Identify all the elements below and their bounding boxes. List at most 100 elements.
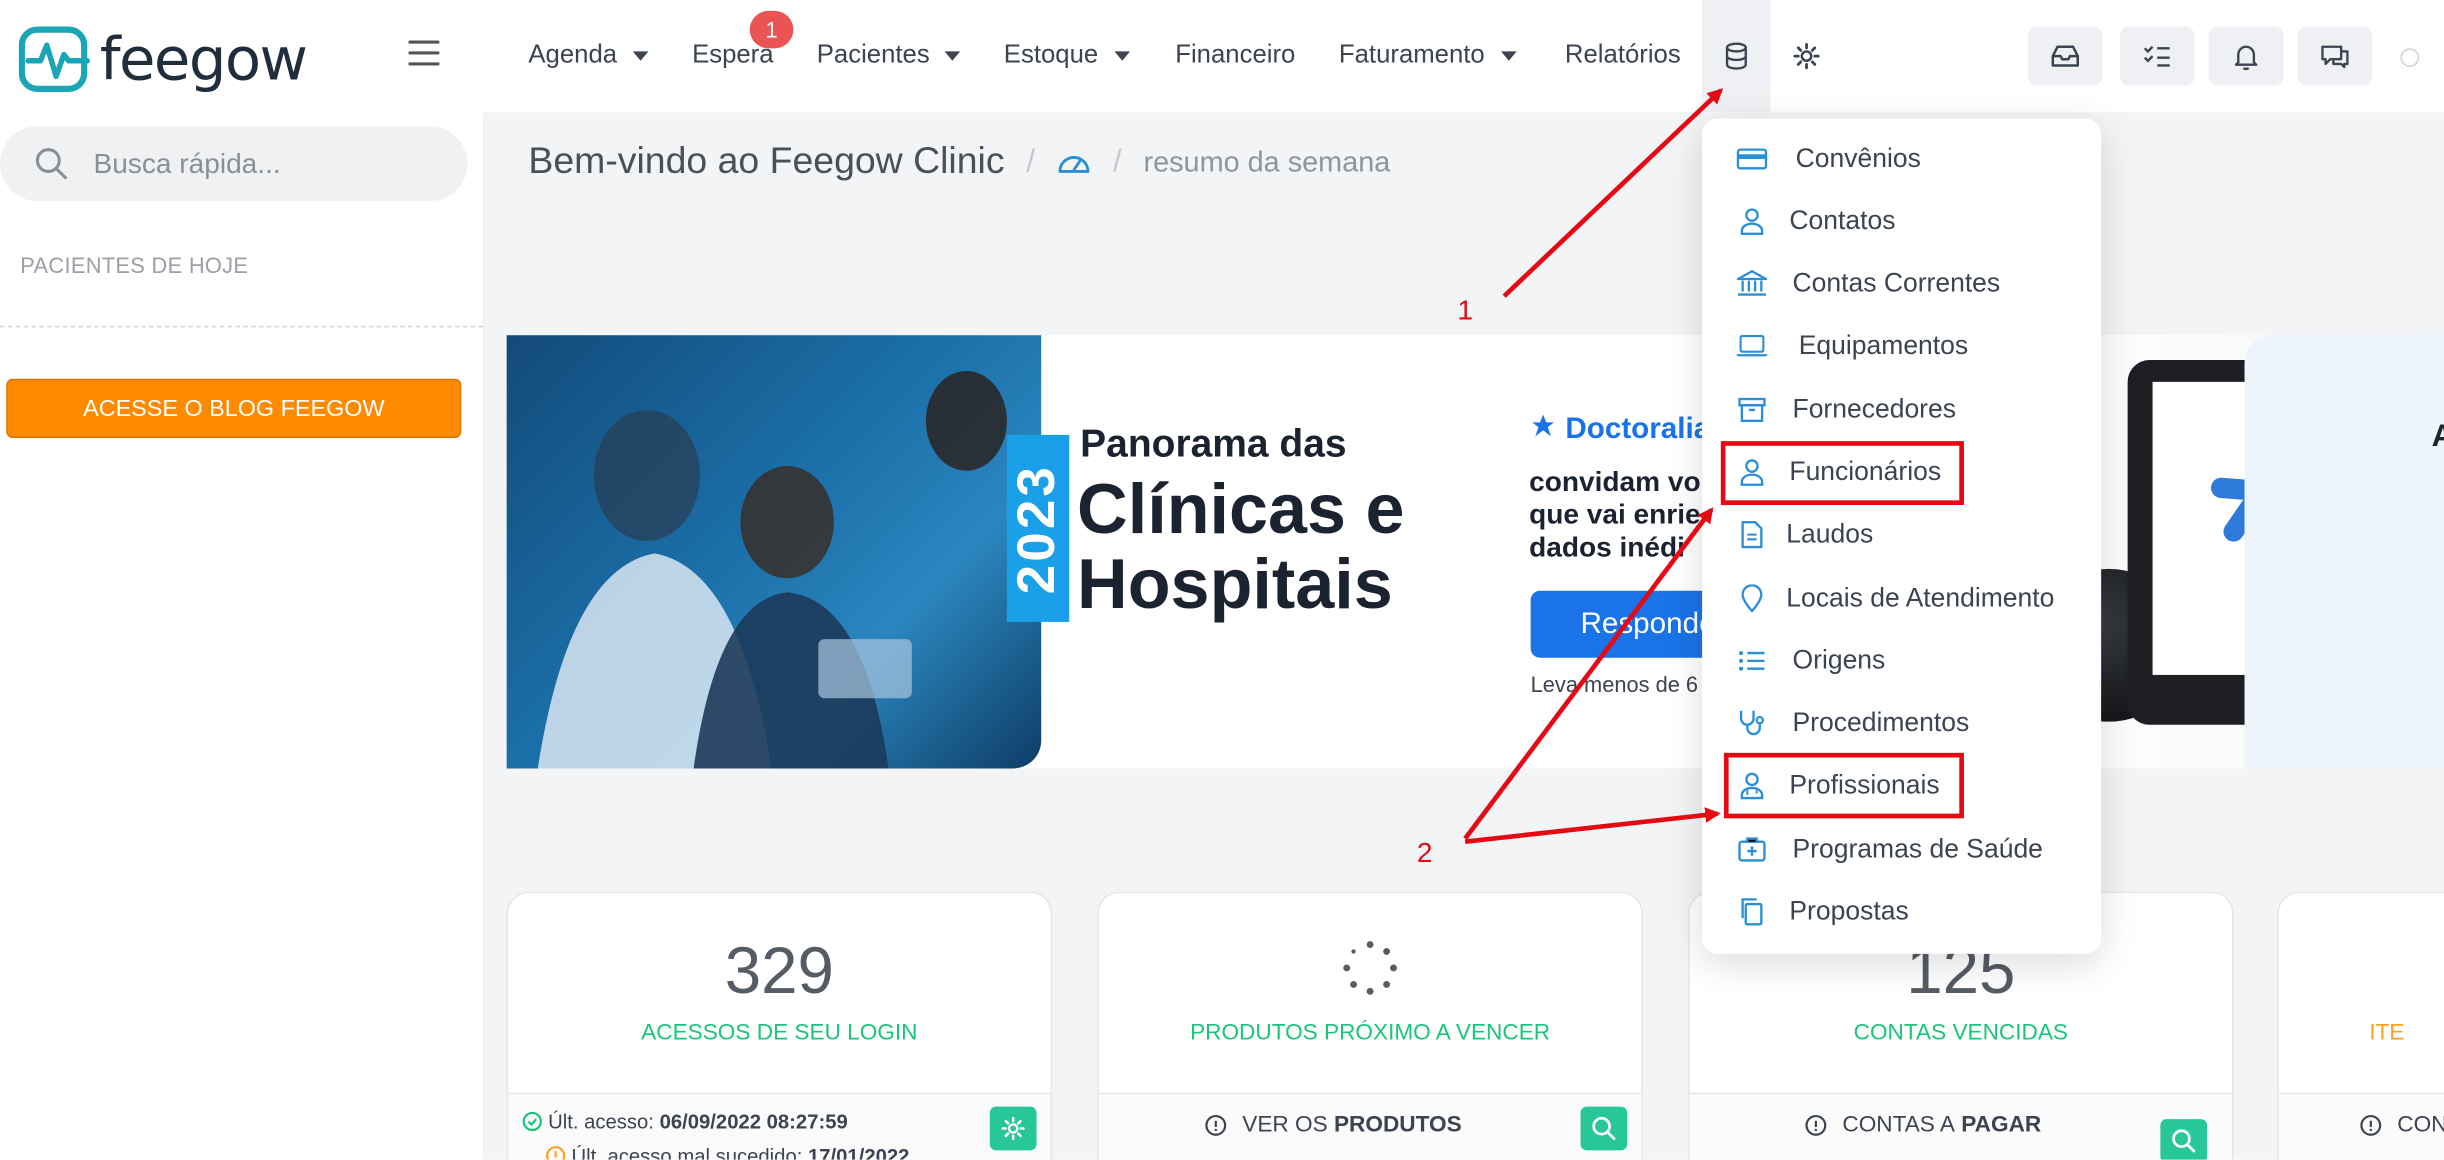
menu-item-label: Fornecedores <box>1792 394 1956 424</box>
dashboard-gauge-icon[interactable] <box>1057 148 1091 176</box>
card-label: ACESSOS DE SEU LOGIN <box>641 1020 918 1046</box>
failed-access-label: Últ. acesso mal sucedido: <box>571 1144 803 1160</box>
card-footer: CONTAS A PAGAR <box>1689 1092 2233 1160</box>
menu-item-procedimentos[interactable]: Procedimentos <box>1702 695 2101 751</box>
search-button[interactable] <box>2160 1119 2208 1160</box>
quick-search[interactable] <box>0 126 468 202</box>
footer-link[interactable]: VER OS PRODUTOS <box>1205 1113 1462 1138</box>
banner-right-text: A <box>2432 419 2444 455</box>
archive-box-icon <box>1736 394 1767 425</box>
footer-bold: PAGAR <box>1961 1112 2042 1138</box>
search-icon <box>35 148 68 180</box>
nav-cadastros[interactable] <box>1702 0 1771 113</box>
loading-spinner-icon <box>1343 941 1397 995</box>
menu-item-convenios[interactable]: Convênios <box>1702 131 2101 187</box>
inbox-button[interactable] <box>2027 26 2103 86</box>
card-items: ITE CON <box>2277 891 2444 1160</box>
menu-toggle-icon[interactable] <box>408 40 440 69</box>
footer-link[interactable]: CONTAS A PAGAR <box>1805 1113 2041 1138</box>
menu-item-contatos[interactable]: Contatos <box>1702 193 2101 249</box>
card-footer: CON <box>2278 1092 2444 1160</box>
chat-icon <box>2321 45 2349 69</box>
menu-item-propostas[interactable]: Propostas <box>1702 884 2101 940</box>
bank-icon <box>1736 268 1768 299</box>
page-title: Bem-vindo ao Feegow Clinic <box>528 140 1005 183</box>
nav-pacientes-label: Pacientes <box>816 40 930 69</box>
doctoralia-logo: Doctoralia <box>1529 413 1710 447</box>
patients-today-heading: PACIENTES DE HOJE <box>20 252 249 278</box>
nav-estoque-label: Estoque <box>1003 40 1099 69</box>
laptop-icon <box>1736 330 1768 361</box>
menu-item-label: Contas Correntes <box>1792 268 2001 298</box>
document-icon <box>1736 519 1767 550</box>
highlight-funcionarios <box>1720 441 1964 506</box>
check-circle-icon <box>522 1111 542 1132</box>
warning-circle-icon <box>546 1146 566 1160</box>
nav-agenda-label: Agenda <box>528 40 618 69</box>
promo-banner[interactable]: 2023 Panorama das Clínicas e Hospitais D… <box>506 335 2444 769</box>
menu-item-label: Procedimentos <box>1792 707 1970 738</box>
last-access-label: Últ. acesso: <box>548 1109 654 1134</box>
year-text: 2023 <box>1007 463 1067 594</box>
nav-financeiro-label: Financeiro <box>1175 40 1296 69</box>
cadastros-dropdown-menu: Convênios Contatos Contas Correntes Equi… <box>1702 118 2102 954</box>
nav-relatorios[interactable]: Relatórios <box>1565 41 1681 71</box>
card-expiring-products: PRODUTOS PRÓXIMO A VENCER VER OS PRODUTO… <box>1097 891 1643 1160</box>
nav-relatorios-label: Relatórios <box>1564 40 1681 69</box>
blog-button[interactable]: ACESSE O BLOG FEEGOW <box>6 378 462 438</box>
menu-item-label: Propostas <box>1789 896 1909 926</box>
bell-icon <box>2234 45 2258 71</box>
settings-button[interactable] <box>989 1106 1037 1151</box>
doctors-photo <box>506 335 1042 769</box>
nav-estoque[interactable]: Estoque <box>1004 41 1130 71</box>
card-icon <box>1736 143 1768 174</box>
nav-pacientes[interactable]: Pacientes <box>817 41 961 71</box>
checklist-icon <box>2143 45 2170 67</box>
nav-agenda[interactable]: Agenda <box>528 40 649 71</box>
menu-item-label: Laudos <box>1786 519 1874 549</box>
sidebar: feegow PACIENTES DE HOJE ACESSE O BLOG F… <box>0 0 485 1160</box>
nav-faturamento[interactable]: Faturamento <box>1339 41 1516 71</box>
banner-note: Leva menos de 6 <box>1530 671 1699 697</box>
footer-link[interactable]: CON <box>2360 1113 2444 1138</box>
banner-heading-line2: Clínicas e <box>1077 469 1405 549</box>
copy-icon <box>1736 896 1767 927</box>
chevron-down-icon <box>1500 50 1516 61</box>
nav-financeiro[interactable]: Financeiro <box>1175 41 1295 71</box>
card-footer: VER OS PRODUTOS <box>1098 1092 1642 1160</box>
banner-heading: Clínicas e Hospitais <box>1077 472 1404 622</box>
database-icon <box>1725 42 1747 70</box>
card-value: 329 <box>724 933 834 1007</box>
annotation-step-2: 2 <box>1416 837 1433 869</box>
search-button[interactable] <box>1580 1106 1628 1151</box>
medical-kit-icon <box>1736 834 1767 865</box>
breadcrumb: Bem-vindo ao Feegow Clinic / / resumo da… <box>528 140 1390 184</box>
app-logo[interactable]: feegow <box>18 22 308 97</box>
menu-item-fornecedores[interactable]: Fornecedores <box>1702 382 2101 438</box>
doctoralia-text: Doctoralia <box>1565 413 1711 446</box>
card-label: CONTAS VENCIDAS <box>1853 1020 2069 1046</box>
menu-item-laudos[interactable]: Laudos <box>1702 507 2101 563</box>
tasks-button[interactable] <box>2119 26 2195 86</box>
menu-item-programas-de-saude[interactable]: Programas de Saúde <box>1702 821 2101 877</box>
star-icon <box>1532 414 1555 437</box>
last-access-value: 06/09/2022 08:27:59 <box>659 1109 848 1134</box>
search-icon <box>1592 1116 1616 1141</box>
menu-item-contas-correntes[interactable]: Contas Correntes <box>1702 256 2101 312</box>
chevron-down-icon <box>632 50 649 61</box>
gear-icon[interactable] <box>1793 42 1821 70</box>
banner-heading-line3: Hospitais <box>1077 543 1393 624</box>
chat-button[interactable] <box>2297 26 2373 86</box>
menu-item-label: Origens <box>1792 645 1886 675</box>
feegow-logo-icon <box>18 26 91 92</box>
search-input[interactable] <box>90 145 440 182</box>
banner-heading-line1: Panorama das <box>1080 422 1347 467</box>
breadcrumb-separator: / <box>1112 144 1122 179</box>
notifications-button[interactable] <box>2208 26 2284 86</box>
menu-item-label: Programas de Saúde <box>1792 833 2043 864</box>
menu-item-locais-de-atendimento[interactable]: Locais de Atendimento <box>1702 570 2101 626</box>
menu-item-equipamentos[interactable]: Equipamentos <box>1702 318 2101 374</box>
stethoscope-icon <box>1736 708 1767 739</box>
menu-item-origens[interactable]: Origens <box>1702 633 2101 689</box>
menu-item-label: Convênios <box>1795 143 1921 174</box>
